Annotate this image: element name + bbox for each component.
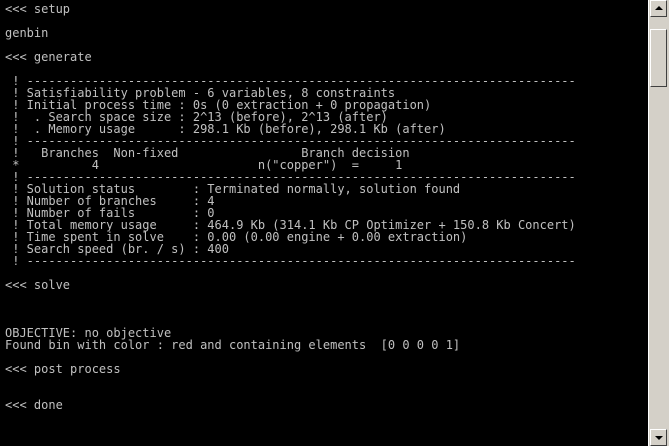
console-line: <<< solve [5, 278, 71, 292]
console-output: <<< setup genbin <<< generate ! ----------… [5, 3, 576, 411]
console-line: <<< generate [5, 50, 92, 64]
console-line: Found bin with color : red and containin… [5, 338, 461, 352]
console-line: <<< post process [5, 362, 121, 376]
scroll-thumb[interactable] [650, 29, 667, 87]
arrow-up-icon [655, 6, 663, 10]
arrow-down-icon [655, 436, 663, 440]
scroll-up-button[interactable] [650, 0, 667, 17]
console-window[interactable]: <<< setup genbin <<< generate ! ----------… [0, 0, 648, 446]
vertical-scrollbar[interactable] [648, 0, 669, 446]
console-line: genbin [5, 26, 49, 40]
console-line: <<< setup [5, 2, 71, 16]
scroll-down-button[interactable] [650, 429, 667, 446]
console-line: ! --------------------------------------… [5, 254, 576, 268]
console-line: <<< done [5, 398, 63, 412]
